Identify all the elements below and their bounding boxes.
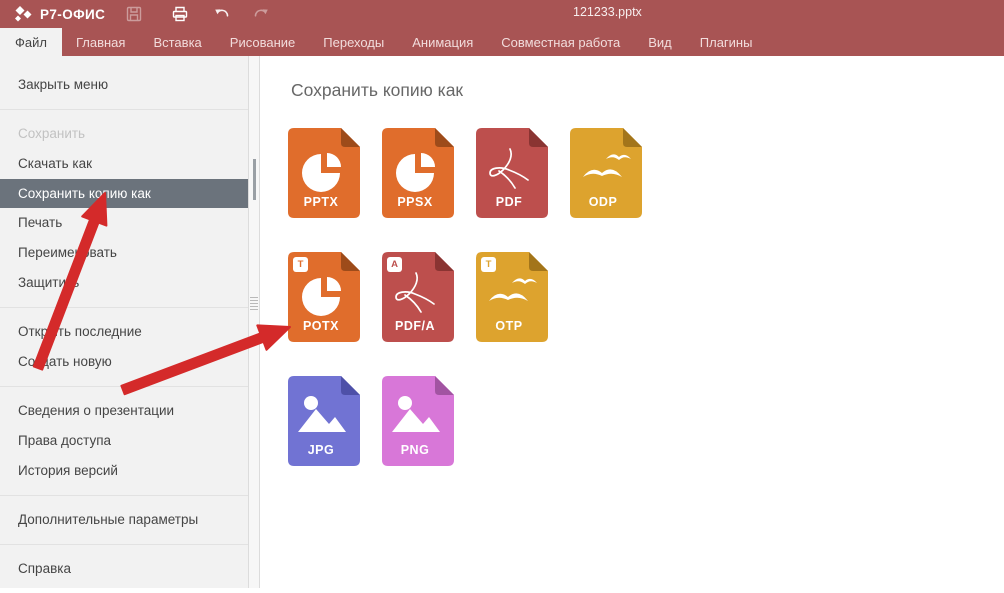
format-card-pptx[interactable]: PPTX <box>288 128 360 218</box>
menu-item: Сохранить <box>0 119 248 149</box>
format-card-otp[interactable]: T OTP <box>476 252 548 342</box>
menu-group: Открыть последниеСоздать новую <box>0 307 248 386</box>
tab-вставка[interactable]: Вставка <box>139 28 215 56</box>
save-icon[interactable] <box>125 5 143 23</box>
menu-item[interactable]: Сведения о презентации <box>0 396 248 426</box>
format-badge: A <box>387 257 402 272</box>
undo-icon[interactable] <box>213 5 231 23</box>
format-label: PNG <box>382 443 448 457</box>
logo-diamonds-icon <box>13 5 33 23</box>
tab-bar: ФайлГлавнаяВставкаРисованиеПереходыАнима… <box>0 28 1004 56</box>
menu-item[interactable]: Открыть последние <box>0 317 248 347</box>
menu-item[interactable]: Создать новую <box>0 347 248 377</box>
app-logo: Р7-ОФИС <box>13 4 105 24</box>
menu-item[interactable]: Закрыть меню <box>0 70 248 100</box>
tab-главная[interactable]: Главная <box>62 28 139 56</box>
format-label: OTP <box>476 319 542 333</box>
document-title: 121233.pptx <box>573 5 642 19</box>
menu-item[interactable]: Защитить <box>0 268 248 298</box>
format-label: PDF/A <box>382 319 448 333</box>
menu-item[interactable]: Сохранить копию как <box>0 179 248 208</box>
print-icon[interactable] <box>171 5 189 23</box>
menu-item[interactable]: Справка <box>0 554 248 584</box>
menu-item[interactable]: Переименовать <box>0 238 248 268</box>
menu-item[interactable]: Дополнительные параметры <box>0 505 248 535</box>
format-row: JPG PNG <box>288 376 642 466</box>
format-label: JPG <box>288 443 354 457</box>
menu-group: Закрыть меню <box>0 56 248 109</box>
tab-файл[interactable]: Файл <box>0 28 62 56</box>
menu-group: Справка <box>0 544 248 593</box>
format-card-jpg[interactable]: JPG <box>288 376 360 466</box>
top-bar: Р7-ОФИС 121233.pptx ФайлГлавнаяВставкаРи… <box>0 0 1004 56</box>
menu-item[interactable]: Права доступа <box>0 426 248 456</box>
menu-group: Сведения о презентацииПрава доступаИстор… <box>0 386 248 495</box>
tab-переходы[interactable]: Переходы <box>309 28 398 56</box>
format-card-png[interactable]: PNG <box>382 376 454 466</box>
format-card-pdf-a[interactable]: A PDF/A <box>382 252 454 342</box>
format-card-pdf[interactable]: PDF <box>476 128 548 218</box>
app-window: { "topbar": { "brand": "Р7-ОФИС", "docum… <box>0 0 1004 588</box>
format-label: PDF <box>476 195 542 209</box>
format-badge: T <box>293 257 308 272</box>
format-badge: T <box>481 257 496 272</box>
menu-item[interactable]: История версий <box>0 456 248 486</box>
menu-group: СохранитьСкачать какСохранить копию какП… <box>0 109 248 307</box>
format-row: PPTX PPSX PDF ODP <box>288 128 642 218</box>
format-label: PPTX <box>288 195 354 209</box>
panel-splitter[interactable] <box>248 56 260 588</box>
tab-совместная-работа[interactable]: Совместная работа <box>487 28 634 56</box>
format-card-potx[interactable]: T POTX <box>288 252 360 342</box>
format-card-odp[interactable]: ODP <box>570 128 642 218</box>
tab-рисование[interactable]: Рисование <box>216 28 309 56</box>
format-row: T POTX A PDF/A T OTP <box>288 252 642 342</box>
scrollbar-thumb[interactable] <box>253 159 256 200</box>
format-label: PPSX <box>382 195 448 209</box>
save-copy-pane: Сохранить копию как PPTX PPSX PDF <box>260 56 1004 588</box>
format-label: ODP <box>570 195 636 209</box>
menu-group: Дополнительные параметры <box>0 495 248 544</box>
brand-name: Р7-ОФИС <box>40 7 105 22</box>
menu-item[interactable]: Скачать как <box>0 149 248 179</box>
menu-item[interactable]: Печать <box>0 208 248 238</box>
tab-анимация[interactable]: Анимация <box>398 28 487 56</box>
format-card-ppsx[interactable]: PPSX <box>382 128 454 218</box>
tab-плагины[interactable]: Плагины <box>686 28 767 56</box>
splitter-grip-icon <box>250 297 258 310</box>
format-grid: PPTX PPSX PDF ODP T POTX <box>288 128 642 466</box>
pane-heading: Сохранить копию как <box>291 80 463 101</box>
redo-icon[interactable] <box>252 5 270 23</box>
file-menu-panel: Закрыть меню СохранитьСкачать какСохранит… <box>0 56 248 588</box>
format-label: POTX <box>288 319 354 333</box>
tab-вид[interactable]: Вид <box>634 28 686 56</box>
